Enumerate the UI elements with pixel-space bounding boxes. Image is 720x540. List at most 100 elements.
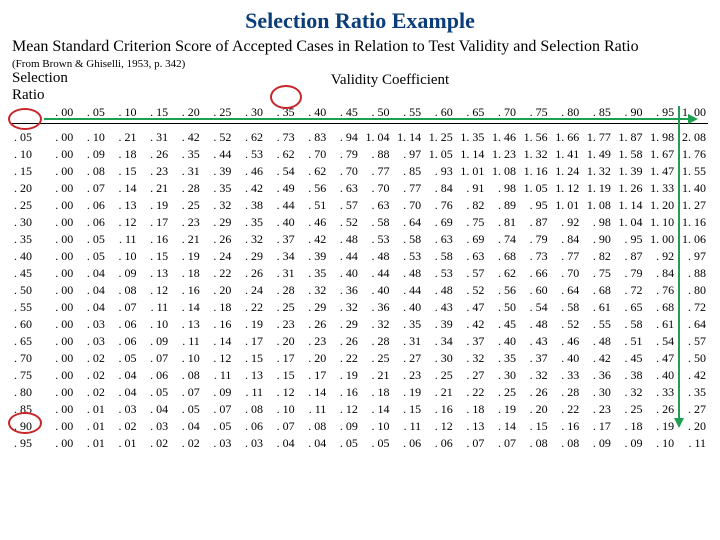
- table-cell: . 44: [392, 282, 424, 299]
- table-cell: . 04: [107, 367, 139, 384]
- table-cell: . 28: [550, 384, 582, 401]
- table-cell: . 37: [265, 231, 297, 248]
- table-cell: . 25: [423, 367, 455, 384]
- table-cell: . 06: [75, 197, 107, 214]
- table-cell: . 15: [265, 367, 297, 384]
- table-cell: . 15: [392, 401, 424, 418]
- table-cell: . 94: [328, 124, 360, 147]
- table-cell: . 32: [455, 350, 487, 367]
- table-cell: . 39: [297, 248, 329, 265]
- table-cell: . 38: [613, 367, 645, 384]
- table-cell: . 00: [44, 214, 76, 231]
- table-cell: . 64: [550, 282, 582, 299]
- table-cell: . 33: [645, 384, 677, 401]
- table-row: . 85. 00. 01. 03. 04. 05. 07. 08. 10. 11…: [12, 401, 708, 418]
- table-cell: 2. 08: [676, 124, 708, 147]
- table-cell: 1. 32: [581, 163, 613, 180]
- table-cell: . 00: [44, 350, 76, 367]
- table-cell: . 64: [392, 214, 424, 231]
- table-cell: . 02: [75, 367, 107, 384]
- table-cell: . 57: [328, 197, 360, 214]
- table-cell: . 42: [170, 124, 202, 147]
- table-cell: . 26: [645, 401, 677, 418]
- table-cell: . 57: [676, 333, 708, 350]
- table-cell: . 75: [455, 214, 487, 231]
- table-cell: . 22: [455, 384, 487, 401]
- table-cell: . 63: [423, 231, 455, 248]
- table-cell: . 18: [360, 384, 392, 401]
- table-cell: . 70: [392, 197, 424, 214]
- table-cell: . 04: [107, 384, 139, 401]
- table-cell: . 28: [170, 180, 202, 197]
- selection-ratio-table: . 00. 05. 10. 15. 20. 25. 30. 35. 40. 45…: [12, 91, 708, 452]
- table-cell: . 02: [75, 350, 107, 367]
- table-cell: . 48: [423, 282, 455, 299]
- table-cell: . 25: [170, 197, 202, 214]
- col-header: . 30: [233, 91, 265, 124]
- table-cell: . 13: [107, 197, 139, 214]
- table-cell: . 64: [676, 316, 708, 333]
- table-cell: . 10: [265, 401, 297, 418]
- table-cell: 1. 14: [613, 197, 645, 214]
- table-cell: . 63: [455, 248, 487, 265]
- table-cell: . 16: [170, 282, 202, 299]
- table-cell: 1. 04: [613, 214, 645, 231]
- table-cell: . 08: [170, 367, 202, 384]
- table-cell: . 01: [75, 418, 107, 435]
- table-cell: 1. 35: [455, 124, 487, 147]
- table-cell: . 35: [170, 146, 202, 163]
- table-cell: . 54: [265, 163, 297, 180]
- table-cell: . 07: [107, 299, 139, 316]
- table-cell: 1. 16: [518, 163, 550, 180]
- table-cell: . 25: [360, 350, 392, 367]
- table-cell: . 91: [455, 180, 487, 197]
- table-cell: . 16: [550, 418, 582, 435]
- table-cell: . 46: [297, 214, 329, 231]
- table-row: . 65. 00. 03. 06. 09. 11. 14. 17. 20. 23…: [12, 333, 708, 350]
- table-cell: . 31: [265, 265, 297, 282]
- table-cell: . 84: [550, 231, 582, 248]
- table-cell: . 07: [265, 418, 297, 435]
- table-cell: 1. 16: [676, 214, 708, 231]
- table-cell: 1. 08: [581, 197, 613, 214]
- table-cell: . 65: [613, 299, 645, 316]
- table-cell: . 08: [550, 435, 582, 452]
- table-cell: . 35: [233, 214, 265, 231]
- table-cell: . 14: [297, 384, 329, 401]
- table-cell: 1. 98: [645, 124, 677, 147]
- table-cell: . 07: [455, 435, 487, 452]
- table-cell: . 31: [170, 163, 202, 180]
- table-cell: . 30: [581, 384, 613, 401]
- table-cell: . 98: [486, 180, 518, 197]
- table-cell: . 00: [44, 333, 76, 350]
- table-cell: . 27: [455, 367, 487, 384]
- table-cell: 1. 27: [676, 197, 708, 214]
- table-row: . 80. 00. 02. 04. 05. 07. 09. 11. 12. 14…: [12, 384, 708, 401]
- table-cell: . 63: [328, 180, 360, 197]
- table-cell: 1. 46: [486, 124, 518, 147]
- table-cell: . 66: [518, 265, 550, 282]
- table-cell: . 53: [233, 146, 265, 163]
- table-cell: . 02: [107, 418, 139, 435]
- table-cell: . 90: [581, 231, 613, 248]
- table-cell: . 88: [676, 265, 708, 282]
- table-cell: . 27: [392, 350, 424, 367]
- table-cell: . 95: [518, 197, 550, 214]
- table-cell: . 08: [107, 282, 139, 299]
- table-cell: . 17: [139, 214, 171, 231]
- table-cell: . 00: [44, 316, 76, 333]
- table-cell: . 46: [550, 333, 582, 350]
- table-cell: . 47: [455, 299, 487, 316]
- table-cell: 1. 87: [613, 124, 645, 147]
- table-cell: . 25: [265, 299, 297, 316]
- table-cell: . 98: [581, 214, 613, 231]
- table-cell: . 04: [75, 299, 107, 316]
- table-cell: . 21: [170, 231, 202, 248]
- table-cell: . 70: [328, 163, 360, 180]
- table-cell: . 36: [328, 282, 360, 299]
- table-cell: . 20: [518, 401, 550, 418]
- table-cell: . 68: [581, 282, 613, 299]
- table-cell: . 25: [486, 384, 518, 401]
- table-cell: . 21: [107, 124, 139, 147]
- table-cell: 1. 77: [581, 124, 613, 147]
